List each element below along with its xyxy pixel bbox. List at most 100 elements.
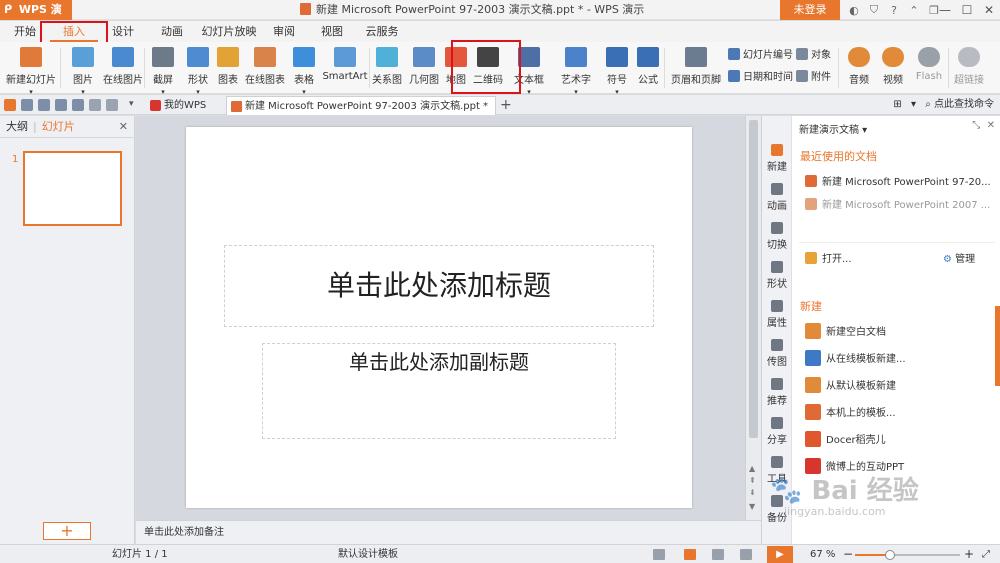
new-option-item[interactable]: 从默认模板新建	[805, 377, 896, 393]
zoom-slider[interactable]	[855, 550, 960, 560]
ribbon-small-button-3[interactable]: 附件	[796, 69, 831, 87]
redo-icon[interactable]	[106, 99, 118, 111]
collapse-icon[interactable]: ⌃	[906, 4, 922, 17]
tab-0[interactable]: 开始	[6, 21, 44, 42]
tab-6[interactable]: 视图	[316, 21, 348, 42]
vertical-scrollbar[interactable]: ▲ ⇞ ⇟ ▼	[745, 116, 761, 520]
task-nav-4[interactable]: 属性	[762, 300, 792, 329]
close-icon[interactable]: ✕	[978, 0, 1000, 20]
ribbon-small-button-2[interactable]: 日期和时间	[728, 69, 793, 87]
open-link[interactable]: 打开...	[805, 250, 852, 265]
ribbon-small-button-0[interactable]: 幻灯片编号	[728, 47, 793, 65]
save-icon[interactable]	[21, 99, 33, 111]
ribbon-button-4[interactable]: 形状 ▾	[181, 44, 215, 96]
new-option-item[interactable]: 新建空白文档	[805, 323, 886, 339]
page-up-icon[interactable]: ⇞	[749, 476, 756, 485]
page-down-icon[interactable]: ⇟	[749, 488, 756, 497]
task-nav-2[interactable]: 切换	[762, 222, 792, 251]
maximize-icon[interactable]: ☐	[956, 0, 978, 20]
task-pane-title[interactable]: 新建演示文稿 ▾	[799, 121, 867, 136]
subtitle-placeholder[interactable]: 单击此处添加副标题	[262, 343, 616, 439]
media-button-1[interactable]: 视频	[876, 44, 910, 92]
tab-outline[interactable]: 大纲	[6, 120, 28, 133]
zoom-slider-knob[interactable]	[885, 550, 895, 560]
login-button[interactable]: 未登录	[780, 0, 840, 20]
zoom-in-icon[interactable]: +	[964, 545, 974, 563]
notes-pane[interactable]: 单击此处添加备注	[136, 520, 761, 544]
media-button-0[interactable]: 音频	[842, 44, 876, 92]
ribbon-button-16[interactable]: 公式	[633, 44, 663, 92]
ribbon-button-15[interactable]: 符号 ▾	[603, 44, 631, 96]
ribbon-button-17[interactable]: 页眉和页脚	[668, 44, 724, 92]
shirt-icon[interactable]: ⛉	[866, 3, 882, 17]
tab-3[interactable]: 动画	[156, 21, 188, 42]
slide-sorter-icon[interactable]	[712, 549, 724, 560]
task-nav-0[interactable]: 新建	[762, 144, 792, 173]
tab-current-document[interactable]: 新建 Microsoft PowerPoint 97-2003 演示文稿.ppt…	[226, 96, 496, 115]
resize-icon[interactable]: ⤡	[972, 120, 980, 131]
scrollbar-thumb[interactable]	[749, 120, 758, 438]
tab-7[interactable]: 云服务	[362, 21, 402, 42]
ribbon-button-14[interactable]: 艺术字 ▾	[553, 44, 599, 96]
tab-slides[interactable]: 幻灯片	[42, 120, 75, 133]
tab-my-wps[interactable]: 我的WPS	[146, 96, 222, 115]
ribbon-button-3[interactable]: 截屏 ▾	[146, 44, 180, 96]
more-dropdown-icon[interactable]: ▾	[129, 99, 141, 111]
command-search[interactable]: ⊞ ▾ ⌕ 点此查找命令	[893, 95, 994, 115]
slide-thumbnail[interactable]	[23, 151, 122, 226]
tab-2[interactable]: 设计	[108, 21, 138, 42]
ribbon-button-2[interactable]: 在线图片	[101, 44, 145, 92]
wps-app-menu-button[interactable]: ᑭ WPS 演示 ▾	[0, 0, 72, 36]
skin-icon[interactable]: ◐	[846, 4, 862, 17]
close-panel-icon[interactable]: ✕	[119, 116, 128, 138]
recent-document-item[interactable]: 新建 Microsoft PowerPoint 97-20...	[805, 173, 991, 188]
media-button-3[interactable]: 超链接	[952, 44, 986, 92]
ribbon-button-9[interactable]: 关系图	[370, 44, 404, 92]
open-folder-icon[interactable]	[4, 99, 16, 111]
minimize-icon[interactable]: —	[934, 0, 956, 20]
normal-view-icon[interactable]	[684, 549, 696, 560]
new-tab-button[interactable]: +	[500, 95, 512, 115]
zoom-out-icon[interactable]: −	[843, 545, 853, 563]
export-icon[interactable]	[38, 99, 50, 111]
ribbon-button-6[interactable]: 在线图表	[244, 44, 286, 92]
ribbon-button-0[interactable]: 新建幻灯片 ▾	[2, 44, 60, 96]
pane-collapse-handle[interactable]	[995, 306, 1000, 386]
print-icon[interactable]	[55, 99, 67, 111]
manage-link[interactable]: ⚙ 管理	[943, 250, 975, 265]
task-nav-5[interactable]: 传图	[762, 339, 792, 368]
design-template-label[interactable]: 默认设计模板	[338, 545, 398, 563]
ribbon-button-5[interactable]: 图表	[214, 44, 242, 92]
ribbon-button-1[interactable]: 图片 ▾	[64, 44, 102, 96]
new-option-item[interactable]: 从在线模板新建...	[805, 350, 906, 366]
help-icon[interactable]: ?	[886, 4, 902, 17]
notes-toggle-icon[interactable]	[653, 549, 665, 560]
title-placeholder[interactable]: 单击此处添加标题	[224, 245, 654, 327]
recent-document-item[interactable]: 新建 Microsoft PowerPoint 2007 ...	[805, 196, 990, 211]
preview-icon[interactable]	[72, 99, 84, 111]
task-nav-7[interactable]: 分享	[762, 417, 792, 446]
tile-icon[interactable]: ⊞	[893, 99, 901, 110]
task-nav-3[interactable]: 形状	[762, 261, 792, 290]
ribbon-button-7[interactable]: 表格 ▾	[287, 44, 321, 96]
new-option-item[interactable]: Docer稻壳儿	[805, 431, 886, 447]
media-button-2[interactable]: Flash	[912, 44, 946, 92]
ribbon-button-8[interactable]: SmartArt	[322, 44, 368, 92]
slideshow-play-button[interactable]: ▶	[767, 546, 793, 563]
reading-view-icon[interactable]	[740, 549, 752, 560]
task-nav-1[interactable]: 动画	[762, 183, 792, 212]
tab-5[interactable]: 审阅	[268, 21, 300, 42]
scroll-up-icon[interactable]: ▲	[749, 464, 755, 473]
dropdown-icon[interactable]: ▾	[911, 99, 916, 110]
scroll-down-icon[interactable]: ▼	[749, 502, 755, 511]
ribbon-button-10[interactable]: 几何图	[406, 44, 442, 92]
ribbon-small-button-1[interactable]: 对象	[796, 47, 831, 65]
new-option-item[interactable]: 本机上的模板...	[805, 404, 896, 420]
add-slide-button[interactable]: +	[43, 522, 91, 540]
tab-4[interactable]: 幻灯片放映	[200, 21, 258, 42]
close-pane-icon[interactable]: ✕	[987, 120, 995, 131]
undo-icon[interactable]	[89, 99, 101, 111]
fit-window-icon[interactable]: ⤢	[982, 545, 990, 563]
slide-canvas[interactable]: 单击此处添加标题 单击此处添加副标题	[186, 127, 692, 508]
task-nav-6[interactable]: 推荐	[762, 378, 792, 407]
